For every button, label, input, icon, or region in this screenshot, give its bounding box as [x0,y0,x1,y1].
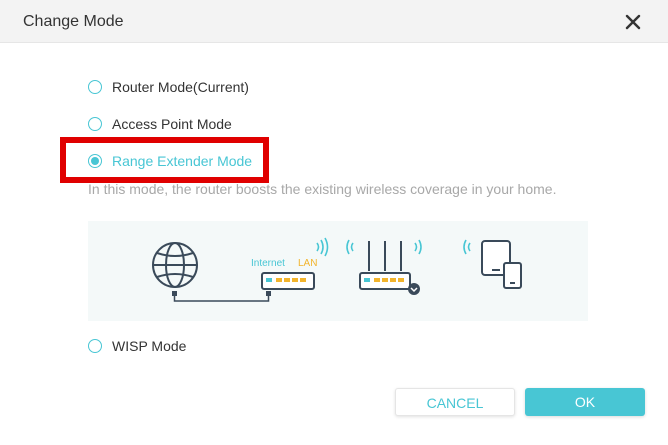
globe-icon [152,242,198,288]
wifi-signal-icon [463,239,471,255]
mode-label-router: Router Mode(Current) [112,79,249,95]
ok-button[interactable]: OK [525,388,645,416]
router-icon [261,272,315,290]
close-icon [625,14,641,30]
range-extender-router-icon [359,241,420,295]
mode-option-access-point[interactable]: Access Point Mode [88,114,232,134]
radio-wisp[interactable] [88,339,102,353]
selection-highlight-box [60,137,269,183]
radio-access-point[interactable] [88,117,102,131]
lan-label: LAN [298,258,317,269]
dialog-title: Change Mode [23,13,124,30]
dialog-header: Change Mode [0,0,668,43]
wifi-signal-icon [316,237,329,257]
diagram-illustration: Internet LAN [152,237,522,302]
mode-diagram: Internet LAN [88,221,588,321]
mode-description: In this mode, the router boosts the exis… [88,181,557,197]
mode-label-wisp: WISP Mode [112,338,187,354]
cable-line [172,291,271,302]
internet-label: Internet [251,258,285,269]
close-button[interactable] [622,11,644,33]
mode-label-access-point: Access Point Mode [112,116,232,132]
cancel-button[interactable]: CANCEL [395,388,515,416]
mode-option-router[interactable]: Router Mode(Current) [88,77,249,97]
radio-router[interactable] [88,80,102,94]
devices-icon [481,240,522,289]
mode-option-wisp[interactable]: WISP Mode [88,336,186,356]
